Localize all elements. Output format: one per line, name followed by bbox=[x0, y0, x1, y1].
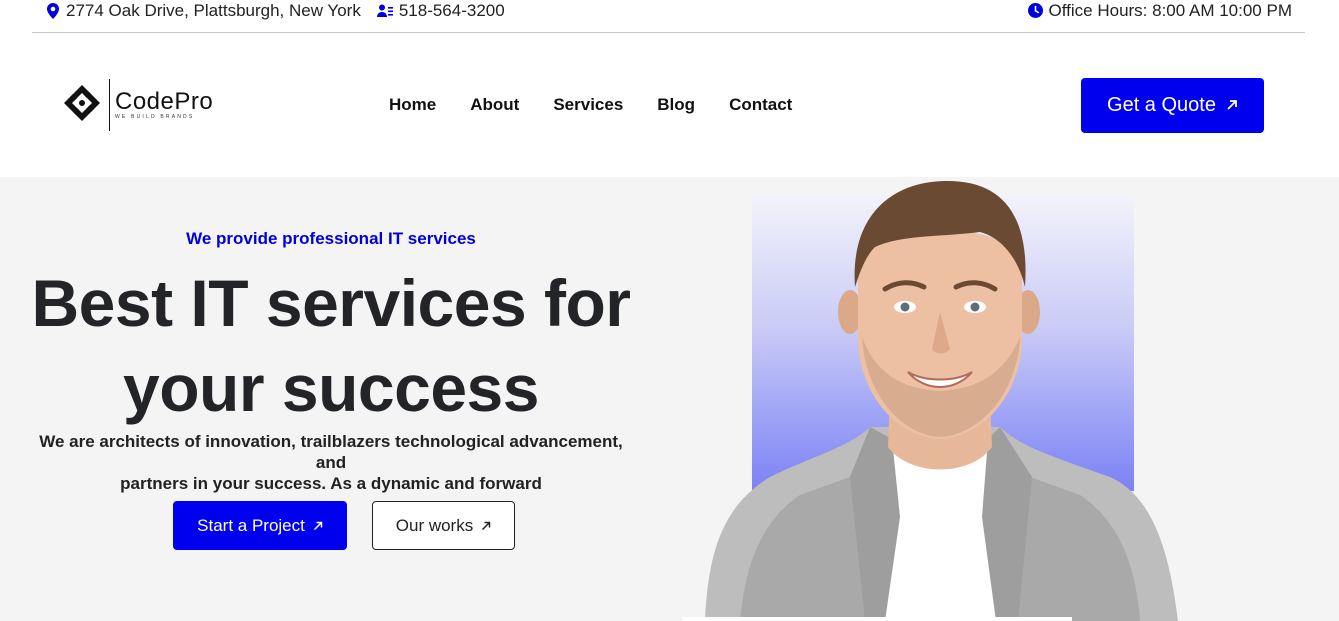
arrow-up-right-icon bbox=[481, 516, 491, 536]
clock-icon bbox=[1027, 3, 1043, 18]
phone-text[interactable]: 518-564-3200 bbox=[399, 1, 505, 21]
main-navigation: Home About Services Blog Contact bbox=[389, 95, 792, 115]
office-hours-text: Office Hours: 8:00 AM 10:00 PM bbox=[1048, 0, 1292, 20]
arrow-up-right-icon bbox=[313, 516, 323, 536]
hero-person-image bbox=[705, 180, 1178, 621]
hero-description: We are architects of innovation, trailbl… bbox=[30, 431, 632, 494]
logo-tagline: WE BUILD BRANDS bbox=[115, 114, 195, 120]
logo-brand: CodePro bbox=[115, 88, 214, 115]
hero-headline: Best IT services for your success bbox=[0, 261, 662, 431]
hero-headline-line1: Best IT services for bbox=[31, 266, 631, 340]
hero-eyebrow: We provide professional IT services bbox=[186, 229, 476, 248]
contact-info: 2774 Oak Drive, Plattsburgh, New York 51… bbox=[46, 0, 505, 21]
start-a-project-label: Start a Project bbox=[197, 515, 305, 535]
get-a-quote-button[interactable]: Get a Quote bbox=[1081, 78, 1264, 133]
arrow-up-right-icon bbox=[1226, 94, 1238, 117]
hero-bottom-strip bbox=[682, 617, 1072, 621]
our-works-button[interactable]: Our works bbox=[372, 501, 515, 550]
office-hours: Office Hours: 8:00 AM 10:00 PM bbox=[1027, 0, 1292, 21]
nav-home[interactable]: Home bbox=[389, 95, 436, 115]
hero-section: We provide professional IT services Best… bbox=[0, 177, 1339, 621]
get-a-quote-label: Get a Quote bbox=[1107, 94, 1216, 116]
start-a-project-button[interactable]: Start a Project bbox=[173, 501, 347, 550]
our-works-label: Our works bbox=[395, 515, 474, 535]
hero-description-line2: partners in your success. As a dynamic a… bbox=[120, 474, 542, 493]
nav-blog[interactable]: Blog bbox=[657, 95, 695, 115]
location-pin-icon bbox=[46, 2, 60, 19]
phone-user-icon bbox=[376, 4, 393, 18]
codepro-logo-icon bbox=[62, 83, 102, 128]
logo-divider bbox=[109, 79, 110, 131]
address-text: 2774 Oak Drive, Plattsburgh, New York bbox=[66, 0, 361, 20]
top-info-bar: 2774 Oak Drive, Plattsburgh, New York 51… bbox=[32, 0, 1305, 33]
nav-about[interactable]: About bbox=[470, 95, 519, 115]
nav-contact[interactable]: Contact bbox=[729, 95, 792, 115]
site-header: CodePro WE BUILD BRANDS Home About Servi… bbox=[0, 34, 1339, 177]
nav-services[interactable]: Services bbox=[553, 95, 623, 115]
site-logo[interactable]: CodePro WE BUILD BRANDS bbox=[62, 79, 213, 131]
hero-description-line1: We are architects of innovation, trailbl… bbox=[39, 432, 623, 472]
hero-headline-line2: your success bbox=[123, 351, 539, 425]
